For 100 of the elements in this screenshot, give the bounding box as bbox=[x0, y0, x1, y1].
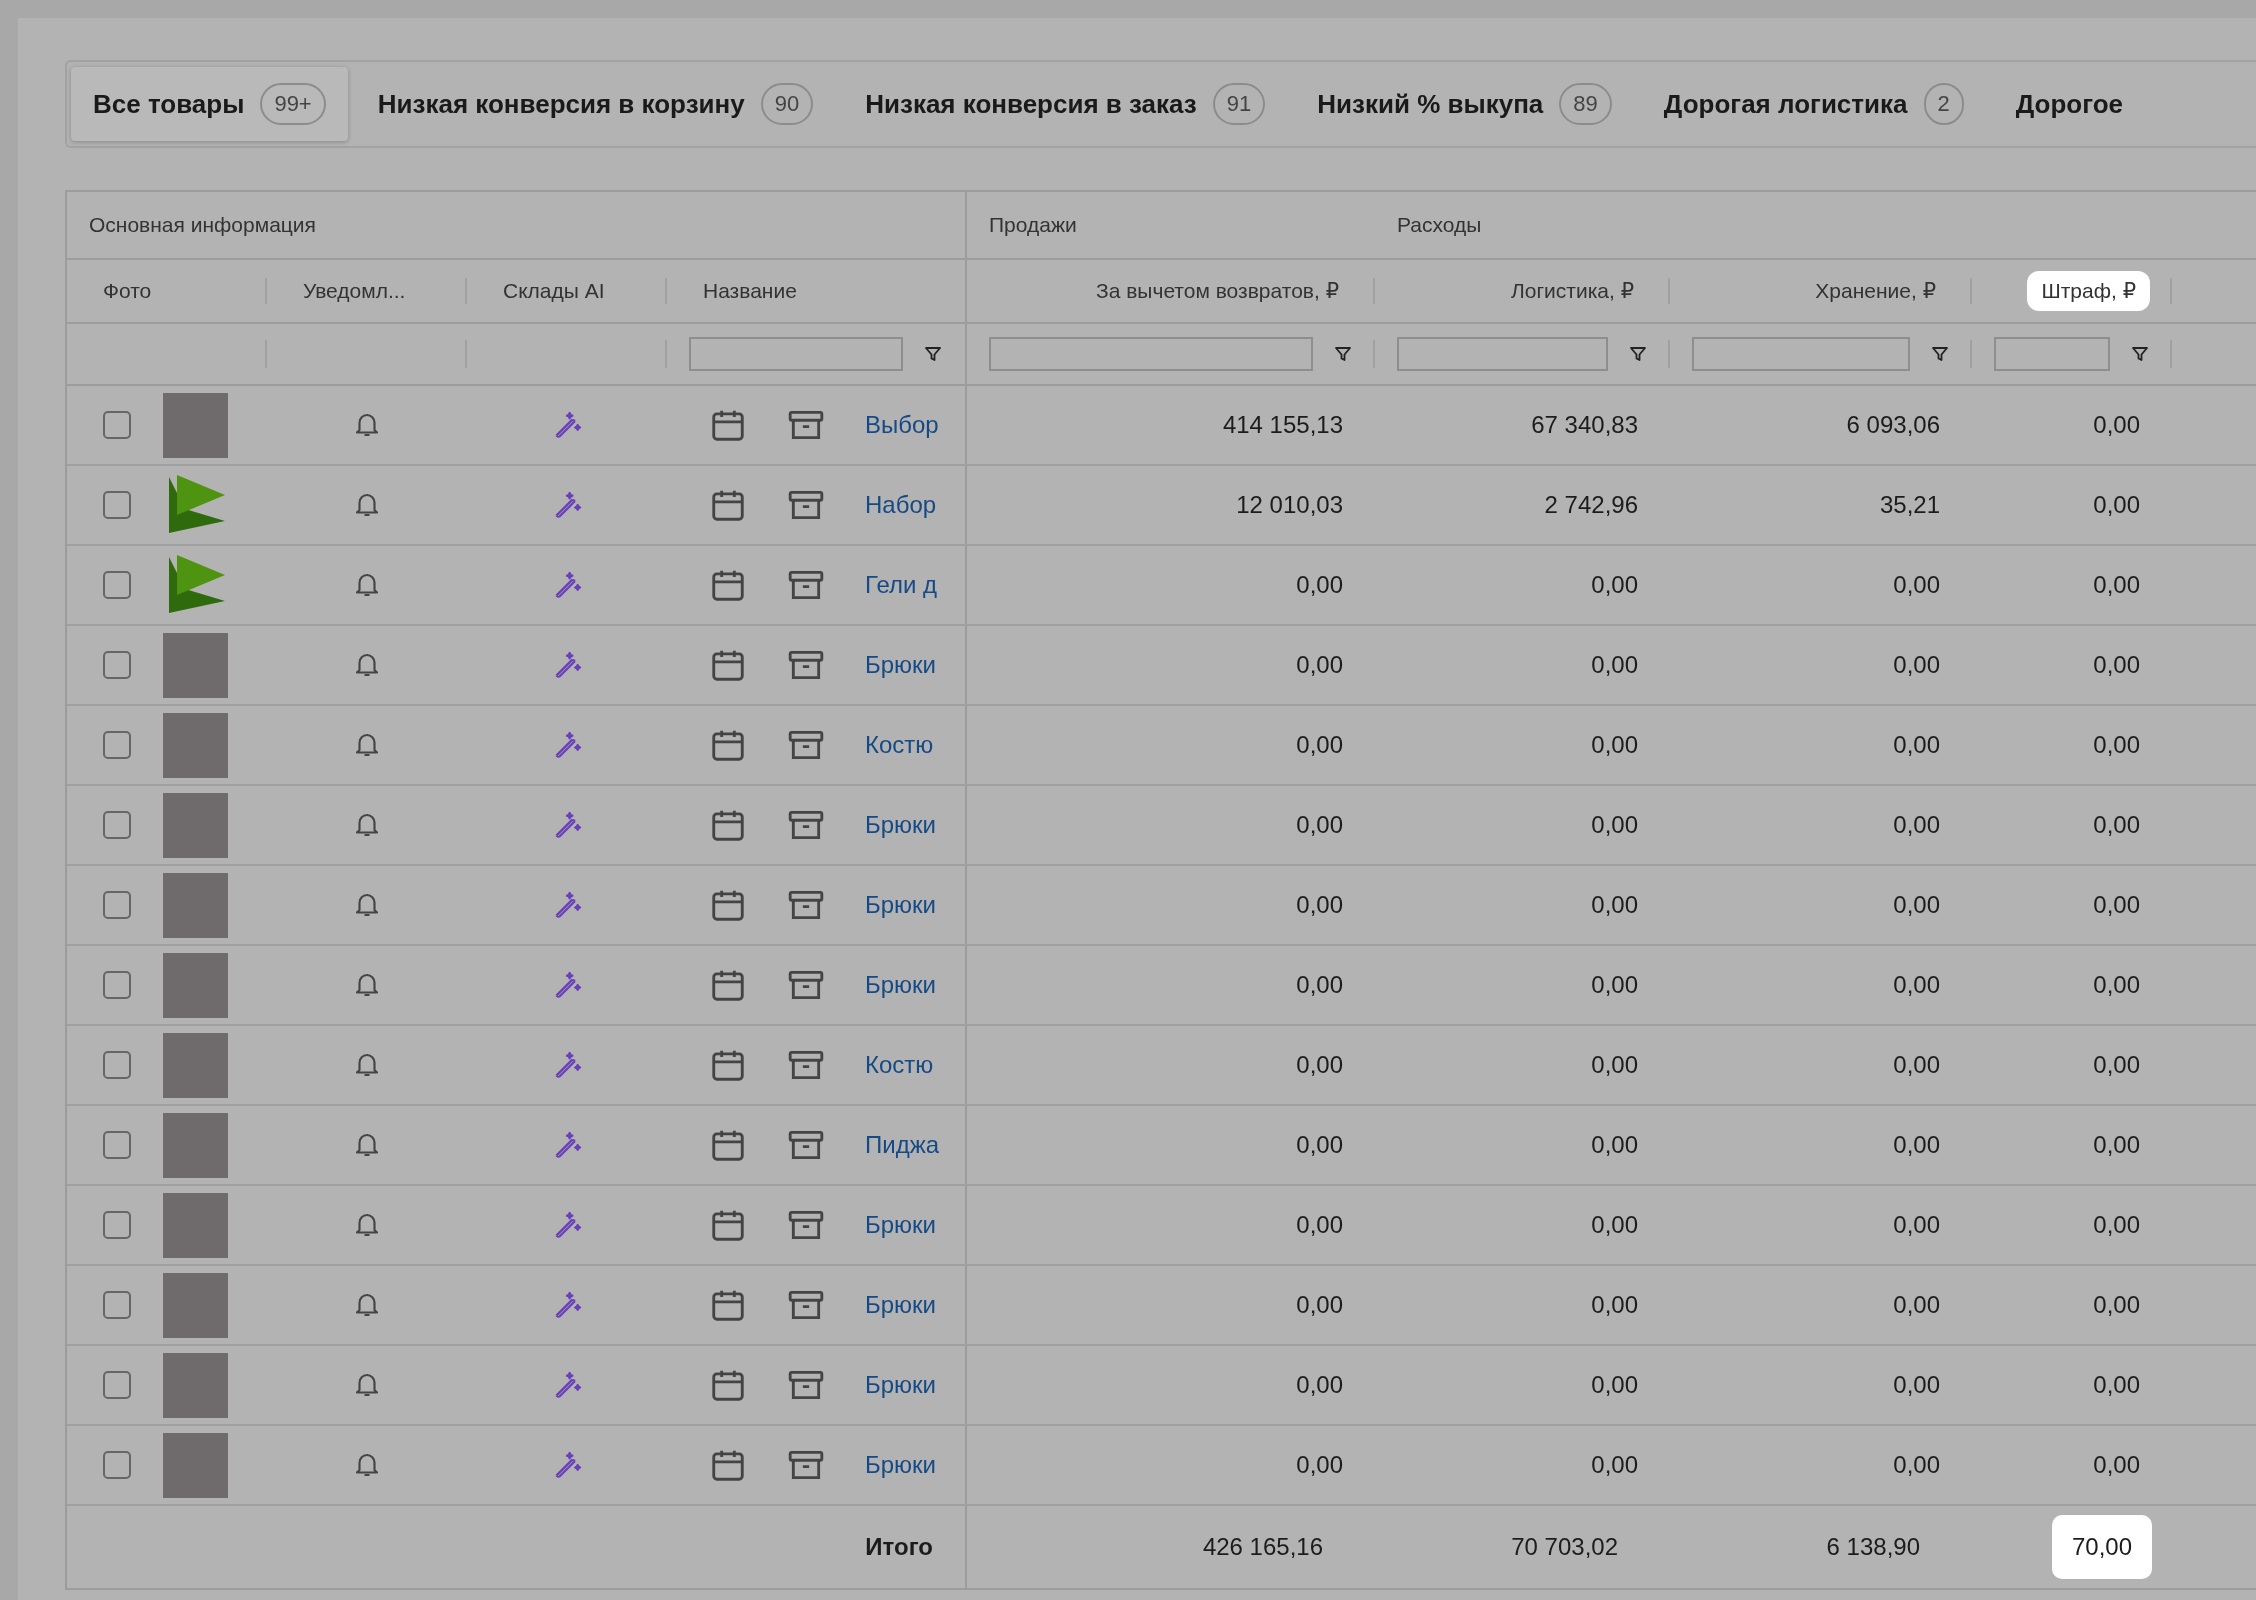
total-value: 6 138,90 bbox=[1825, 1532, 1921, 1562]
column-header[interactable]: Фото bbox=[89, 271, 166, 311]
total-value: 70 703,02 bbox=[1510, 1532, 1619, 1562]
row-checkbox[interactable] bbox=[103, 571, 131, 599]
row-checkbox[interactable] bbox=[103, 731, 131, 759]
product-name-link[interactable]: Брюки bbox=[865, 651, 936, 679]
table-cell: 0,00 bbox=[1591, 1291, 1638, 1319]
table-cell: 414 155,13 bbox=[1222, 411, 1343, 439]
table-cell: 67 340,83 bbox=[1531, 411, 1638, 439]
table-cell: 2 742,96 bbox=[1544, 491, 1638, 519]
table-cell: 0,00 bbox=[1296, 971, 1343, 999]
column-header[interactable]: Штраф, ₽ bbox=[2027, 271, 2150, 311]
column-group-header: Продажи bbox=[989, 213, 1077, 237]
product-name-link[interactable]: Костю bbox=[865, 731, 934, 759]
product-name-link[interactable]: Пиджа bbox=[865, 1131, 940, 1159]
filter-icon[interactable] bbox=[1333, 344, 1353, 364]
filter-input[interactable] bbox=[989, 337, 1313, 371]
row-checkbox[interactable] bbox=[103, 811, 131, 839]
table-cell: 35,21 bbox=[1879, 491, 1940, 519]
row-checkbox[interactable] bbox=[103, 1211, 131, 1239]
table-cell: 0,00 bbox=[1893, 1131, 1940, 1159]
table-cell: 0,00 bbox=[2093, 891, 2140, 919]
total-label: Итого bbox=[865, 1533, 933, 1561]
column-group-header: Основная информация bbox=[89, 213, 316, 237]
product-name-link[interactable]: Брюки bbox=[865, 1291, 936, 1319]
column-header[interactable]: Хранение, ₽ bbox=[1801, 271, 1950, 311]
product-photo-placeholder bbox=[163, 1032, 228, 1098]
filter-icon[interactable] bbox=[1930, 344, 1950, 364]
table-cell: 0,00 bbox=[1296, 731, 1343, 759]
table-cell: 0,00 bbox=[2093, 1451, 2140, 1479]
table-cell: 0,00 bbox=[1591, 1131, 1638, 1159]
product-name-link[interactable]: Брюки bbox=[865, 891, 936, 919]
filter-tab[interactable]: Низкая конверсия в заказ 91 bbox=[843, 67, 1288, 141]
table-cell: 0,00 bbox=[1296, 1451, 1343, 1479]
table-cell: 0,00 bbox=[2093, 571, 2140, 599]
table-cell: 0,00 bbox=[2093, 1051, 2140, 1079]
product-photo-placeholder bbox=[163, 1112, 228, 1178]
filter-tab[interactable]: Низкий % выкупа 89 bbox=[1295, 67, 1634, 141]
table-cell: 12 010,03 bbox=[1236, 491, 1343, 519]
table-cell: 0,00 bbox=[1591, 1051, 1638, 1079]
table-cell: 0,00 bbox=[2093, 651, 2140, 679]
filter-icon[interactable] bbox=[1628, 344, 1648, 364]
filter-input[interactable] bbox=[1692, 337, 1910, 371]
row-checkbox[interactable] bbox=[103, 491, 131, 519]
count-badge: 90 bbox=[760, 83, 814, 125]
table-cell: 0,00 bbox=[1296, 651, 1343, 679]
filter-input[interactable] bbox=[1994, 337, 2110, 371]
table-cell: 0,00 bbox=[2093, 971, 2140, 999]
filter-tab[interactable]: Дорогое bbox=[1993, 67, 2146, 141]
column-header[interactable]: За вычетом возвратов, ₽ bbox=[1082, 271, 1353, 311]
column-header[interactable]: Уведомл... bbox=[289, 271, 420, 311]
table-cell: 0,00 bbox=[1296, 571, 1343, 599]
row-checkbox[interactable] bbox=[103, 411, 131, 439]
product-name-link[interactable]: Брюки bbox=[865, 811, 936, 839]
product-photo-placeholder bbox=[163, 1432, 228, 1498]
table-cell: 0,00 bbox=[1591, 811, 1638, 839]
count-badge: 99+ bbox=[260, 83, 326, 125]
filter-icon[interactable] bbox=[2130, 344, 2150, 364]
table-cell: 0,00 bbox=[1893, 1211, 1940, 1239]
row-checkbox[interactable] bbox=[103, 971, 131, 999]
product-photo-placeholder bbox=[163, 1192, 228, 1258]
count-badge: 89 bbox=[1559, 83, 1612, 125]
product-name-link[interactable]: Брюки bbox=[865, 1211, 936, 1239]
product-name-link[interactable]: Брюки bbox=[865, 1451, 936, 1479]
total-value: 426 165,16 bbox=[1201, 1532, 1324, 1562]
table-cell: 0,00 bbox=[2093, 1291, 2140, 1319]
filter-input[interactable] bbox=[689, 337, 903, 371]
column-header[interactable]: Склады AI bbox=[489, 271, 619, 311]
row-checkbox[interactable] bbox=[103, 1371, 131, 1399]
table-cell: 0,00 bbox=[1296, 811, 1343, 839]
product-photo-placeholder bbox=[163, 1272, 228, 1338]
product-name-link[interactable]: Выбор bbox=[865, 411, 939, 439]
filter-tab[interactable]: Дорогая логистика 2 bbox=[1641, 67, 1986, 141]
table-cell: 0,00 bbox=[2093, 1211, 2140, 1239]
row-checkbox[interactable] bbox=[103, 1451, 131, 1479]
product-name-link[interactable]: Брюки bbox=[865, 971, 936, 999]
product-name-link[interactable]: Набор bbox=[865, 491, 937, 519]
filter-icon[interactable] bbox=[923, 344, 943, 364]
row-checkbox[interactable] bbox=[103, 651, 131, 679]
row-checkbox[interactable] bbox=[103, 1131, 131, 1159]
table-cell: 0,00 bbox=[1296, 891, 1343, 919]
filter-tab[interactable]: Низкая конверсия в корзину 90 bbox=[355, 67, 836, 141]
table-cell: 0,00 bbox=[1893, 731, 1940, 759]
table-cell: 0,00 bbox=[1893, 651, 1940, 679]
column-header[interactable]: Название bbox=[689, 271, 811, 311]
product-photo-placeholder bbox=[163, 872, 228, 938]
product-name-link[interactable]: Брюки bbox=[865, 1371, 936, 1399]
product-photo-placeholder bbox=[163, 632, 228, 698]
filter-input[interactable] bbox=[1397, 337, 1608, 371]
table-cell: 0,00 bbox=[1893, 971, 1940, 999]
row-checkbox[interactable] bbox=[103, 891, 131, 919]
column-header[interactable]: Логистика, ₽ bbox=[1496, 271, 1648, 311]
product-name-link[interactable]: Гели д bbox=[865, 571, 938, 599]
filter-tab[interactable]: Все товары 99+ bbox=[71, 67, 348, 141]
table-cell: 0,00 bbox=[1893, 891, 1940, 919]
product-photo-placeholder bbox=[163, 1352, 228, 1418]
row-checkbox[interactable] bbox=[103, 1291, 131, 1319]
table-cell: 6 093,06 bbox=[1846, 411, 1940, 439]
product-name-link[interactable]: Костю bbox=[865, 1051, 934, 1079]
row-checkbox[interactable] bbox=[103, 1051, 131, 1079]
